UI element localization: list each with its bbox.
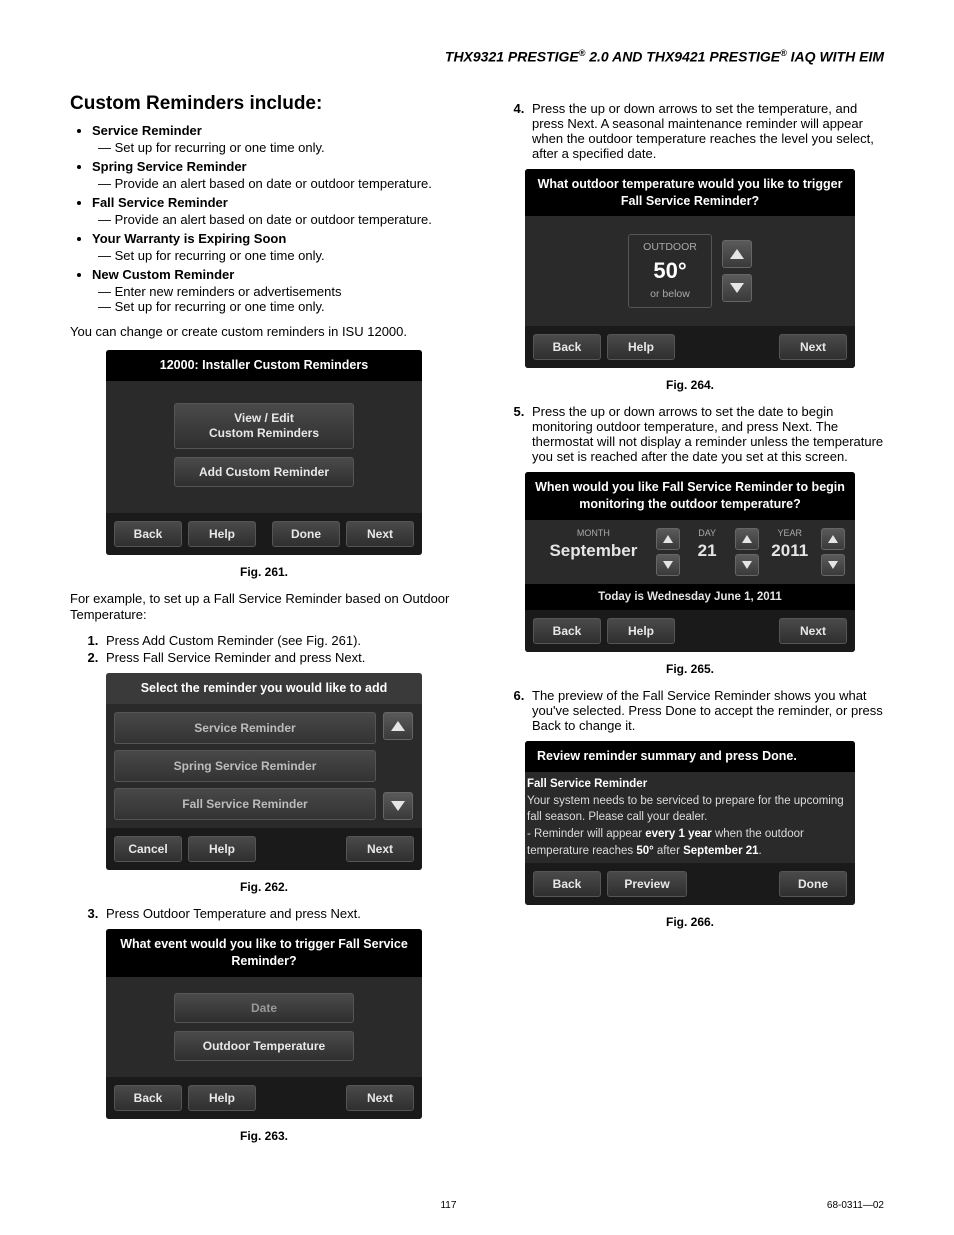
day-value: 21 — [698, 541, 717, 561]
month-down-button[interactable] — [656, 554, 680, 576]
example-text: For example, to set up a Fall Service Re… — [70, 591, 458, 624]
year-label: YEAR — [777, 528, 802, 538]
device-title: 12000: Installer Custom Reminders — [106, 350, 422, 381]
next-button[interactable]: Next — [779, 618, 847, 644]
fig-264-device: What outdoor temperature would you like … — [525, 169, 855, 369]
arrow-down-icon — [663, 561, 673, 569]
fig-263-caption: Fig. 263. — [70, 1129, 458, 1143]
arrow-up-icon — [663, 535, 673, 543]
help-button[interactable]: Help — [607, 334, 675, 360]
review-body: Fall Service Reminder Your system needs … — [525, 772, 855, 863]
done-button[interactable]: Done — [779, 871, 847, 897]
fig-262-caption: Fig. 262. — [70, 880, 458, 894]
temp-display: OUTDOOR 50° or below — [628, 234, 712, 308]
review-heading: Fall Service Reminder — [527, 778, 647, 790]
reminder-item: Fall Service ReminderProvide an alert ba… — [92, 195, 458, 227]
next-button[interactable]: Next — [346, 521, 414, 547]
next-button[interactable]: Next — [779, 334, 847, 360]
fig-261-device: 12000: Installer Custom Reminders View /… — [106, 350, 422, 555]
intro-text: You can change or create custom reminder… — [70, 324, 458, 340]
back-button[interactable]: Back — [533, 871, 601, 897]
month-label: MONTH — [577, 528, 610, 538]
scroll-down-button[interactable] — [383, 792, 413, 820]
device-title: When would you like Fall Service Reminde… — [525, 472, 855, 520]
arrow-up-icon — [391, 721, 405, 731]
reminder-item: Spring Service ReminderProvide an alert … — [92, 159, 458, 191]
done-button[interactable]: Done — [272, 521, 340, 547]
reminder-item: Service ReminderSet up for recurring or … — [92, 123, 458, 155]
year-down-button[interactable] — [821, 554, 845, 576]
arrow-down-icon — [730, 283, 744, 293]
arrow-up-icon — [828, 535, 838, 543]
back-button[interactable]: Back — [114, 1085, 182, 1111]
fall-reminder-item[interactable]: Fall Service Reminder — [114, 788, 376, 820]
back-button[interactable]: Back — [114, 521, 182, 547]
reminder-item: New Custom ReminderEnter new reminders o… — [92, 267, 458, 314]
year-up-button[interactable] — [821, 528, 845, 550]
step-4: Press the up or down arrows to set the t… — [496, 101, 884, 161]
fig-265-caption: Fig. 265. — [496, 662, 884, 676]
right-column: Press the up or down arrows to set the t… — [496, 93, 884, 1155]
arrow-down-icon — [828, 561, 838, 569]
device-title: Select the reminder you would like to ad… — [106, 673, 422, 704]
cancel-button[interactable]: Cancel — [114, 836, 182, 862]
fig-266-device: Review reminder summary and press Done. … — [525, 741, 855, 905]
device-title: What event would you like to trigger Fal… — [106, 929, 422, 977]
arrow-down-icon — [391, 801, 405, 811]
page-number: 117 — [440, 1200, 456, 1211]
fig-261-caption: Fig. 261. — [70, 565, 458, 579]
fig-265-device: When would you like Fall Service Reminde… — [525, 472, 855, 652]
step-5: Press the up or down arrows to set the d… — [496, 404, 884, 464]
device-title: What outdoor temperature would you like … — [525, 169, 855, 217]
view-edit-button[interactable]: View / Edit Custom Reminders — [174, 403, 354, 449]
arrow-up-icon — [730, 249, 744, 259]
arrow-down-icon — [742, 561, 752, 569]
doc-number: 68-0311—02 — [827, 1200, 884, 1211]
steps-1-2: Press Add Custom Reminder (see Fig. 261)… — [70, 633, 458, 665]
month-up-button[interactable] — [656, 528, 680, 550]
scroll-up-button[interactable] — [383, 712, 413, 740]
day-label: DAY — [698, 528, 716, 538]
outdoor-temp-button[interactable]: Outdoor Temperature — [174, 1031, 354, 1061]
back-button[interactable]: Back — [533, 334, 601, 360]
arrow-up-icon — [742, 535, 752, 543]
step-3: Press Outdoor Temperature and press Next… — [70, 906, 458, 921]
fig-262-device: Select the reminder you would like to ad… — [106, 673, 422, 870]
help-button[interactable]: Help — [188, 1085, 256, 1111]
page-footer: 117 68-0311—02 — [70, 1200, 884, 1211]
step-6: The preview of the Fall Service Reminder… — [496, 688, 884, 733]
help-button[interactable]: Help — [607, 618, 675, 644]
help-button[interactable]: Help — [188, 521, 256, 547]
preview-button[interactable]: Preview — [607, 871, 687, 897]
fig-264-caption: Fig. 264. — [496, 378, 884, 392]
section-heading: Custom Reminders include: — [70, 93, 458, 115]
add-reminder-button[interactable]: Add Custom Reminder — [174, 457, 354, 487]
day-up-button[interactable] — [735, 528, 759, 550]
day-down-button[interactable] — [735, 554, 759, 576]
fig-263-device: What event would you like to trigger Fal… — [106, 929, 422, 1119]
page-header: THX9321 PRESTIGE® 2.0 AND THX9421 PRESTI… — [70, 48, 884, 65]
fig-266-caption: Fig. 266. — [496, 915, 884, 929]
back-button[interactable]: Back — [533, 618, 601, 644]
year-value: 2011 — [771, 541, 808, 561]
reminder-item: Your Warranty is Expiring SoonSet up for… — [92, 231, 458, 263]
next-button[interactable]: Next — [346, 1085, 414, 1111]
device-title: Review reminder summary and press Done. — [525, 741, 855, 772]
date-button[interactable]: Date — [174, 993, 354, 1023]
temp-down-button[interactable] — [722, 274, 752, 302]
spring-reminder-item[interactable]: Spring Service Reminder — [114, 750, 376, 782]
month-value: September — [549, 541, 637, 561]
next-button[interactable]: Next — [346, 836, 414, 862]
left-column: Custom Reminders include: Service Remind… — [70, 93, 458, 1155]
help-button[interactable]: Help — [188, 836, 256, 862]
temp-up-button[interactable] — [722, 240, 752, 268]
service-reminder-item[interactable]: Service Reminder — [114, 712, 376, 744]
reminder-list: Service ReminderSet up for recurring or … — [70, 123, 458, 314]
today-text: Today is Wednesday June 1, 2011 — [525, 584, 855, 610]
